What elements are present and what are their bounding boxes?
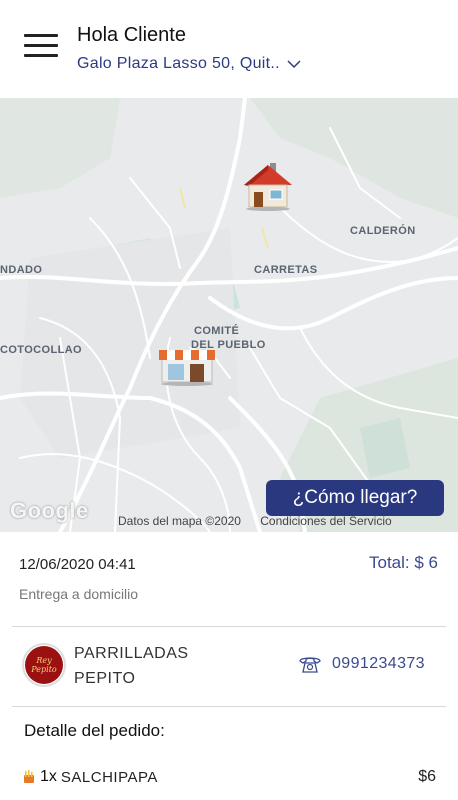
store-phone: 0991234373 — [332, 655, 425, 672]
divider — [12, 706, 446, 707]
item-price: $6 — [418, 768, 436, 785]
chevron-down-icon — [287, 60, 301, 69]
divider — [12, 626, 446, 627]
map-label-calderon: CALDERÓN — [350, 225, 416, 237]
order-detail-title: Detalle del pedido: — [24, 721, 165, 740]
item-quantity: 1x — [40, 768, 57, 785]
store-logo: Rey Pepito — [22, 643, 66, 687]
order-item: 1x SALCHIPAPA $6 — [22, 766, 436, 788]
order-date: 12/06/2020 04:41 — [19, 556, 136, 573]
delivery-type: Entrega a domicilio — [19, 586, 139, 602]
store-logo-text: Rey Pepito — [25, 646, 63, 684]
map-label-cotocollao: COTOCOLLAO — [0, 344, 83, 356]
store-name: PARRILLADAS PEPITO — [74, 645, 189, 687]
map-view[interactable]: CALDERÓN CARRETAS COMITÉ DEL PUEBLO NDAD… — [0, 98, 458, 532]
map-attribution: Datos del mapa ©2020 Condiciones del Ser… — [118, 514, 408, 528]
food-icon — [24, 770, 34, 783]
map-canvas — [0, 98, 458, 532]
map-label-comite: COMITÉ — [194, 325, 240, 337]
google-logo: Google — [10, 498, 89, 523]
app-header: Hola Cliente Galo Plaza Lasso 50, Quit.. — [0, 0, 458, 98]
map-label-ndado: NDADO — [0, 264, 43, 276]
item-name: SALCHIPAPA — [60, 768, 158, 786]
order-total: Total: $ 6 — [369, 553, 438, 572]
home-marker-icon[interactable] — [240, 161, 296, 211]
store-marker-icon[interactable] — [156, 344, 218, 386]
phone-icon — [299, 657, 321, 673]
menu-icon[interactable] — [24, 34, 58, 58]
map-data-text: Datos del mapa ©2020 — [118, 514, 241, 528]
greeting-title: Hola Cliente — [77, 24, 186, 46]
map-label-carretas: CARRETAS — [254, 264, 318, 276]
terms-link[interactable]: Condiciones del Servicio — [260, 514, 391, 528]
address-selector[interactable]: Galo Plaza Lasso 50, Quit.. — [77, 53, 302, 75]
call-store-button[interactable]: 0991234373 — [298, 654, 425, 674]
directions-button[interactable]: ¿Cómo llegar? — [266, 480, 444, 516]
address-text: Galo Plaza Lasso 50, Quit.. — [77, 55, 280, 72]
